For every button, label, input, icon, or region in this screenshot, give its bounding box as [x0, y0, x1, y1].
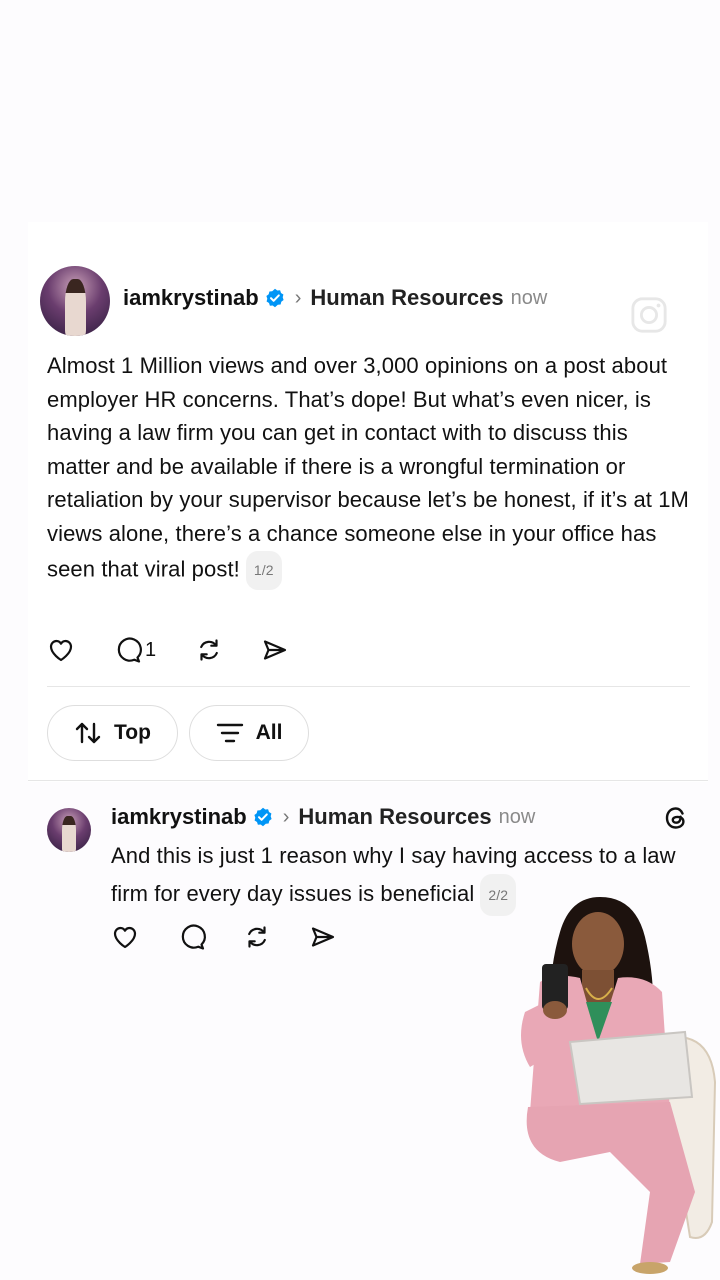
reply-button[interactable]: 1	[113, 635, 195, 665]
avatar[interactable]	[47, 808, 91, 852]
filter-lines-icon	[216, 723, 243, 743]
divider	[47, 686, 690, 687]
like-button[interactable]	[47, 636, 113, 664]
post-header: iamkrystinab › Human Resources now	[111, 804, 535, 830]
post-actions: 1	[47, 635, 289, 665]
post-time: now	[498, 805, 536, 828]
sort-top-button[interactable]: Top	[47, 705, 178, 761]
share-button[interactable]	[261, 636, 289, 664]
comment-icon	[117, 637, 142, 663]
heart-icon	[49, 639, 73, 662]
presenter-cutout-image	[521, 897, 717, 1274]
post-actions	[111, 922, 337, 952]
chevron-right-icon: ›	[294, 286, 302, 309]
post-body: Almost 1 Million views and over 3,000 op…	[47, 349, 695, 591]
sort-arrows-icon	[75, 722, 101, 744]
verified-badge-icon	[254, 807, 272, 827]
send-icon	[263, 640, 287, 660]
like-button[interactable]	[111, 923, 177, 951]
send-icon	[311, 927, 335, 947]
avatar[interactable]	[40, 266, 110, 336]
heart-icon	[113, 926, 137, 949]
threads-logo-icon[interactable]	[662, 804, 690, 832]
page-badge: 1/2	[245, 550, 282, 591]
topic-tag[interactable]: Human Resources	[310, 285, 503, 311]
username[interactable]: iamkrystinab	[123, 285, 259, 311]
repost-button[interactable]	[195, 636, 261, 664]
sort-top-label: Top	[114, 721, 151, 744]
share-button[interactable]	[309, 923, 337, 951]
filter-all-label: All	[255, 721, 283, 744]
username[interactable]: iamkrystinab	[111, 804, 247, 830]
repost-icon	[200, 639, 218, 661]
chevron-right-icon: ›	[282, 805, 290, 828]
post-header: iamkrystinab › Human Resources now	[123, 285, 547, 311]
post-time: now	[510, 286, 548, 309]
comment-icon	[181, 924, 206, 950]
repost-button[interactable]	[243, 923, 309, 951]
post-text: Almost 1 Million views and over 3,000 op…	[47, 353, 689, 582]
topic-tag[interactable]: Human Resources	[298, 804, 491, 830]
repost-icon	[248, 926, 266, 948]
reply-button[interactable]	[177, 922, 243, 952]
verified-badge-icon	[266, 288, 284, 308]
reply-count: 1	[145, 638, 157, 661]
divider	[28, 780, 708, 781]
instagram-watermark-icon	[631, 297, 667, 333]
filter-all-button[interactable]: All	[189, 705, 309, 761]
